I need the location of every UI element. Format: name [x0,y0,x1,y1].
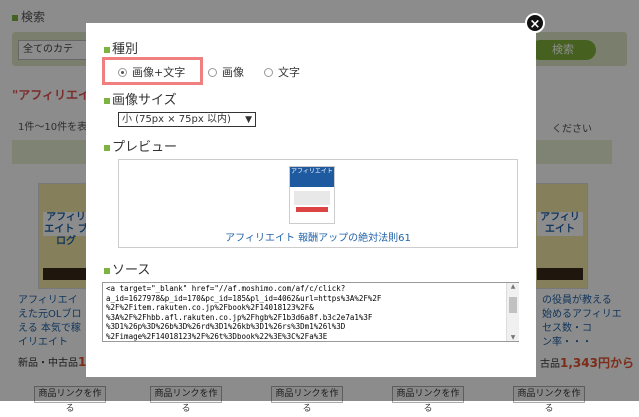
radio-label: 文字 [278,66,300,79]
source-line: %3A%2F%2Fhbb.afl.rakuten.co.jp%2Fhgb%2F1… [106,312,373,322]
scroll-up-icon[interactable]: ▲ [507,283,519,290]
dropdown-arrow-icon: ▼ [245,115,252,125]
radio-unchecked-icon[interactable] [264,67,273,77]
radio-image[interactable]: 画像 [208,64,244,80]
preview-link-text[interactable]: アフィリエイト 報酬アップの絶対法則61 [118,229,518,244]
preview-heading-text: プレビュー [112,140,178,155]
radio-checked-icon[interactable] [118,67,127,77]
source-line: %2F%2Fitem.rakuten.co.jp%2Fbook%2F140181… [106,303,314,312]
size-heading: 画像サイズ [104,89,177,108]
green-square-icon [104,97,110,104]
image-size-select[interactable]: 小 (75px × 75px 以内) ▼ [118,112,256,127]
preview-book-image[interactable]: アフィリエイト [289,166,335,224]
preview-book-band [296,207,328,212]
preview-heading: プレビュー [104,136,177,155]
source-heading: ソース [104,259,150,278]
radio-text[interactable]: 文字 [264,64,300,80]
source-scrollbar[interactable]: ▲ ▼ [506,283,519,341]
size-heading-text: 画像サイズ [112,93,177,108]
type-heading: 種別 [104,38,138,57]
radio-image-text[interactable]: 画像+文字 [118,64,185,80]
size-selected-value: 小 (75px × 75px 以内) [122,114,231,125]
source-line: %3D1%26p%3D%26b%3D%26rd%3D1%26kb%3D1%26r… [106,322,346,331]
green-square-icon [104,267,110,274]
scroll-thumb[interactable] [509,297,517,313]
radio-unchecked-icon[interactable] [208,67,217,77]
source-line: <a target="_blank" href="//af.moshimo.co… [106,284,346,293]
source-line: a_id=1627978&p_id=170&pc_id=185&pl_id=40… [106,293,382,303]
preview-book-body [294,191,330,205]
green-square-icon [104,46,110,53]
source-line: %2Fimage%2F14018123%2F%26t%3Dbook%22%3E%… [106,331,328,341]
preview-book-title: アフィリエイト [290,167,334,187]
green-square-icon [104,144,110,151]
radio-label: 画像 [222,66,244,79]
radio-label: 画像+文字 [132,66,186,79]
type-heading-text: 種別 [112,42,139,57]
scroll-down-icon[interactable]: ▼ [507,334,519,341]
close-icon[interactable]: × [525,13,545,33]
source-code-textarea[interactable]: <a target="_blank" href="//af.moshimo.co… [102,282,519,342]
source-heading-text: ソース [112,263,151,278]
